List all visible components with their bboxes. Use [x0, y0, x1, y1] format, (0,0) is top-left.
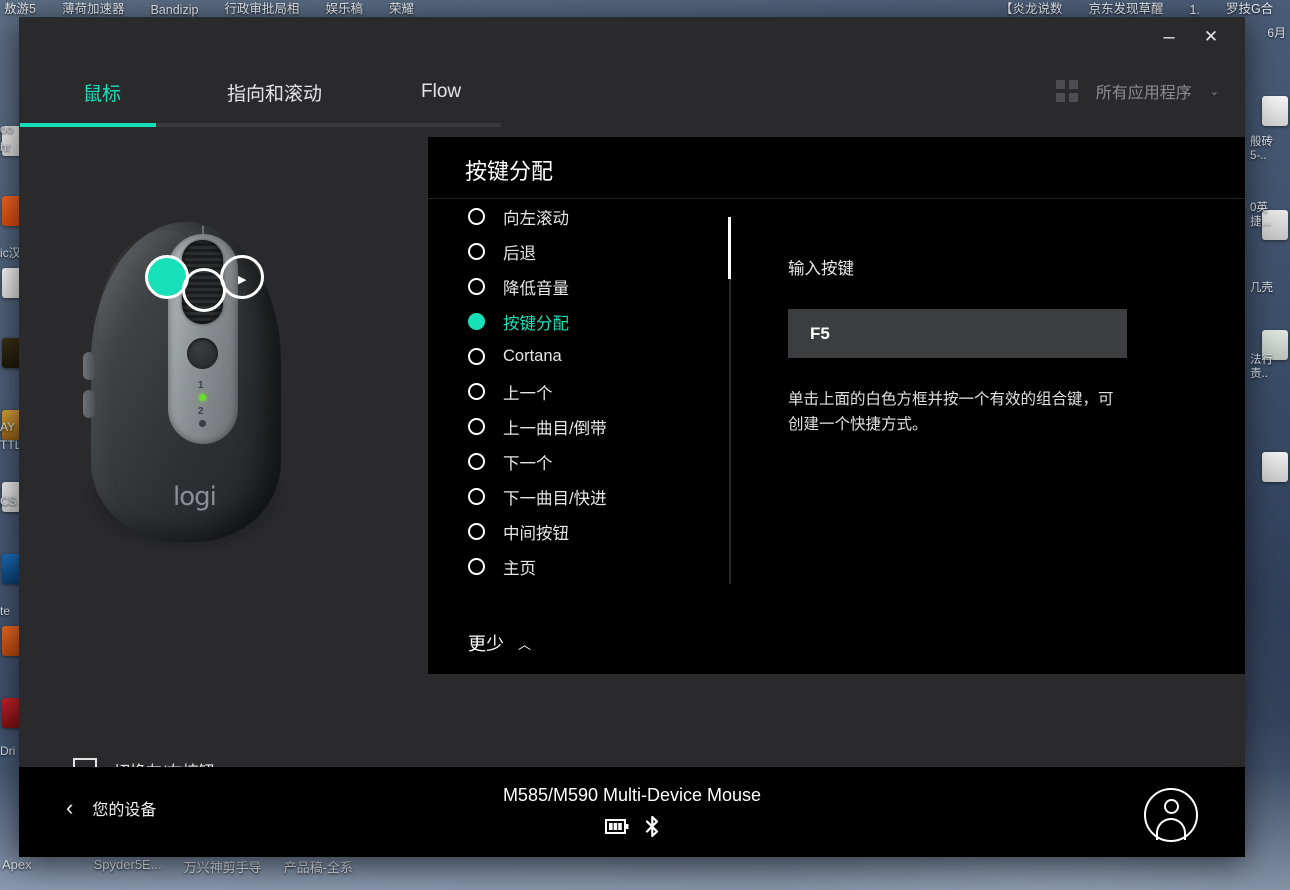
desktop-label: CS — [0, 494, 17, 508]
radio-icon — [468, 488, 485, 505]
option-label: 中间按钮 — [503, 524, 569, 543]
device-footer-bar: ‹ 您的设备 M585/M590 Multi-Device Mouse — [19, 767, 1245, 857]
option-keystroke-assignment[interactable]: 按键分配 — [428, 304, 748, 339]
option-next[interactable]: 下一个 — [428, 444, 748, 479]
radio-icon — [468, 208, 485, 225]
button-assignment-dialog: 按键分配 向左滚动 后退 降低音量 按键分配 Cortana 上一个 上一曲目/… — [428, 137, 1245, 674]
channel-2-led — [199, 420, 206, 427]
app-selector-label: 所有应用程序 — [1095, 85, 1192, 102]
radio-icon — [468, 278, 485, 295]
key-input-field[interactable]: F5 — [788, 309, 1127, 358]
battery-icon — [604, 819, 628, 834]
user-avatar-icon[interactable] — [1144, 788, 1198, 842]
show-less-button[interactable]: 更少 ︿ — [468, 630, 531, 656]
desktop-top-strip: 敖游5 薄荷加速器 Bandizip 行政审批局相 娱乐稿 荣耀 【炎龙说数 京东发现草醒… — [4, 2, 1274, 17]
option-label: 降低音量 — [503, 279, 569, 298]
option-label: 上一个 — [503, 384, 553, 403]
logi-logo: logi — [173, 482, 217, 512]
desktop-label: hr — [0, 140, 11, 154]
radio-icon — [468, 523, 485, 540]
option-cortana[interactable]: Cortana — [428, 339, 748, 374]
option-label: 下一曲目/快进 — [503, 489, 607, 508]
option-next-track[interactable]: 下一曲目/快进 — [428, 479, 748, 514]
bluetooth-icon — [645, 816, 658, 837]
grid-icon — [1055, 80, 1078, 102]
desktop-label: Dri — [0, 744, 16, 758]
dialog-scrollbar-thumb[interactable] — [728, 217, 731, 279]
radio-icon — [468, 243, 485, 260]
option-scroll-left[interactable]: 向左滚动 — [428, 199, 748, 234]
option-back[interactable]: 后退 — [428, 234, 748, 269]
app-selector[interactable]: 所有应用程序 ⌄ — [1055, 79, 1219, 103]
tab-point-and-scroll[interactable]: 指向和滚动 — [227, 79, 322, 106]
chevron-up-icon: ︿ — [518, 636, 532, 652]
logitech-options-window: – ✕ 鼠标 指向和滚动 Flow 所有应用程序 ⌄ 1 2 logi ▶ 按键… — [19, 17, 1245, 857]
dialog-detail-panel: 输入按键 F5 单击上面的白色方框并按一个有效的组合键，可创建一个快捷方式。 — [788, 255, 1208, 437]
desktop-label: oo — [0, 122, 14, 136]
option-home[interactable]: 主页 — [428, 549, 748, 584]
radio-icon — [468, 558, 485, 575]
mouse-side-button-1 — [83, 352, 95, 380]
assignment-option-list[interactable]: 向左滚动 后退 降低音量 按键分配 Cortana 上一个 上一曲目/倒带 下一… — [428, 199, 748, 604]
chevron-down-icon: ⌄ — [1209, 85, 1219, 98]
option-label: 上一曲目/倒带 — [503, 419, 607, 438]
minimize-icon: – — [1163, 26, 1175, 48]
desktop-label: AY — [0, 420, 16, 434]
mouse-panel: 1 2 logi ▶ 切换左/右按钮 更多 恢复默认设置 — [19, 127, 428, 851]
desktop-label: te — [0, 604, 11, 618]
window-titlebar: – ✕ — [945, 17, 1245, 57]
option-label: 后退 — [503, 244, 536, 263]
tab-flow[interactable]: Flow — [421, 81, 461, 103]
device-status-icons — [19, 816, 1245, 837]
tab-mouse[interactable]: 鼠标 — [83, 79, 121, 106]
desktop-month-label: 6月 — [1267, 26, 1286, 40]
radio-icon-selected — [468, 313, 485, 330]
input-key-label: 输入按键 — [788, 260, 854, 278]
dialog-title: 按键分配 — [465, 159, 554, 184]
option-label: 按键分配 — [503, 314, 569, 333]
device-info: M585/M590 Multi-Device Mouse — [19, 785, 1245, 837]
minimize-button[interactable]: – — [1149, 22, 1189, 52]
key-help-text: 单击上面的白色方框并按一个有效的组合键，可创建一个快捷方式。 — [788, 391, 1114, 433]
mouse-middle-button — [187, 338, 218, 369]
mouse-side-button-2 — [83, 390, 95, 418]
option-previous[interactable]: 上一个 — [428, 374, 748, 409]
option-label: 下一个 — [503, 454, 553, 473]
show-less-label: 更少 — [468, 634, 504, 654]
radio-icon — [468, 383, 485, 400]
channel-1-led — [199, 394, 206, 401]
option-volume-down[interactable]: 降低音量 — [428, 269, 748, 304]
desktop-bottom-strip: Apex Spyder5E... 万兴神剪手导 产品稿-全系 — [2, 857, 353, 875]
desktop-label: ic汉 — [0, 246, 21, 260]
radio-icon — [468, 453, 485, 470]
radio-icon — [468, 418, 485, 435]
device-name: M585/M590 Multi-Device Mouse — [502, 785, 762, 805]
option-label: 主页 — [503, 559, 536, 578]
radio-icon — [468, 348, 485, 365]
close-icon: ✕ — [1203, 27, 1219, 46]
right-arrow-icon: ▶ — [238, 274, 247, 286]
avatar-body — [1156, 818, 1186, 840]
mouse-illustration: 1 2 logi ▶ — [69, 212, 319, 572]
desktop-right-labels: 般砖 5-.. 0英 捷... 几壳 法行 责.. — [1250, 136, 1273, 380]
dialog-header: 按键分配 — [428, 137, 1245, 199]
option-middle-button[interactable]: 中间按钮 — [428, 514, 748, 549]
option-label: 向左滚动 — [503, 209, 569, 228]
close-button[interactable]: ✕ — [1191, 22, 1231, 52]
channel-1-label: 1 — [198, 380, 204, 391]
channel-2-label: 2 — [198, 406, 204, 417]
option-label: Cortana — [503, 347, 562, 365]
option-previous-track[interactable]: 上一曲目/倒带 — [428, 409, 748, 444]
avatar-head — [1163, 799, 1179, 814]
